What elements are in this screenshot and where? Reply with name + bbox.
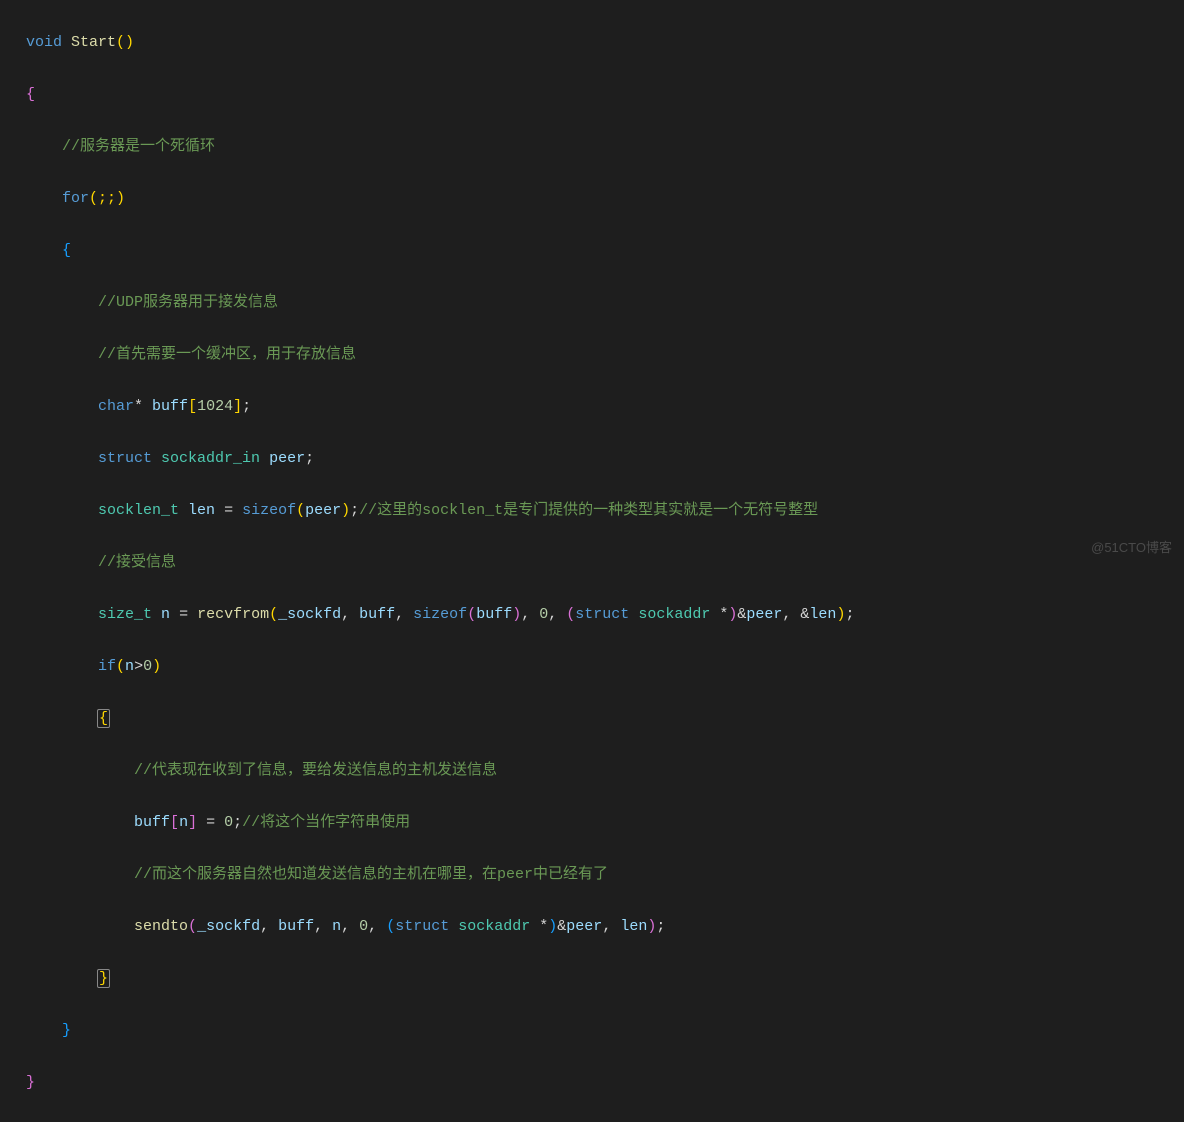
code-line: //代表现在收到了信息，要给发送信息的主机发送信息 (26, 758, 1184, 784)
code-line: socklen_t len = sizeof(peer);//这里的sockle… (26, 498, 1184, 524)
watermark: @51CTO博客 (1091, 535, 1172, 561)
matched-brace-open: { (97, 709, 110, 728)
code-line: } (26, 966, 1184, 992)
code-line: //UDP服务器用于接发信息 (26, 290, 1184, 316)
matched-brace-close: } (97, 969, 110, 988)
code-line: for(;;) (26, 186, 1184, 212)
code-line: char* buff[1024]; (26, 394, 1184, 420)
code-line: size_t n = recvfrom(_sockfd, buff, sizeo… (26, 602, 1184, 628)
code-line: struct sockaddr_in peer; (26, 446, 1184, 472)
code-line: sendto(_sockfd, buff, n, 0, (struct sock… (26, 914, 1184, 940)
code-line: void Start() (26, 30, 1184, 56)
code-editor[interactable]: void Start() { //服务器是一个死循环 for(;;) { //U… (0, 0, 1184, 1122)
code-line: //首先需要一个缓冲区，用于存放信息 (26, 342, 1184, 368)
code-line: { (26, 238, 1184, 264)
code-line: //而这个服务器自然也知道发送信息的主机在哪里，在peer中已经有了 (26, 862, 1184, 888)
code-line: } (26, 1070, 1184, 1096)
code-line: { (26, 82, 1184, 108)
code-line: if(n>0) (26, 654, 1184, 680)
code-line: buff[n] = 0;//将这个当作字符串使用 (26, 810, 1184, 836)
code-line: { (26, 706, 1184, 732)
code-line: //接受信息 (26, 550, 1184, 576)
code-line: } (26, 1018, 1184, 1044)
code-line: //服务器是一个死循环 (26, 134, 1184, 160)
